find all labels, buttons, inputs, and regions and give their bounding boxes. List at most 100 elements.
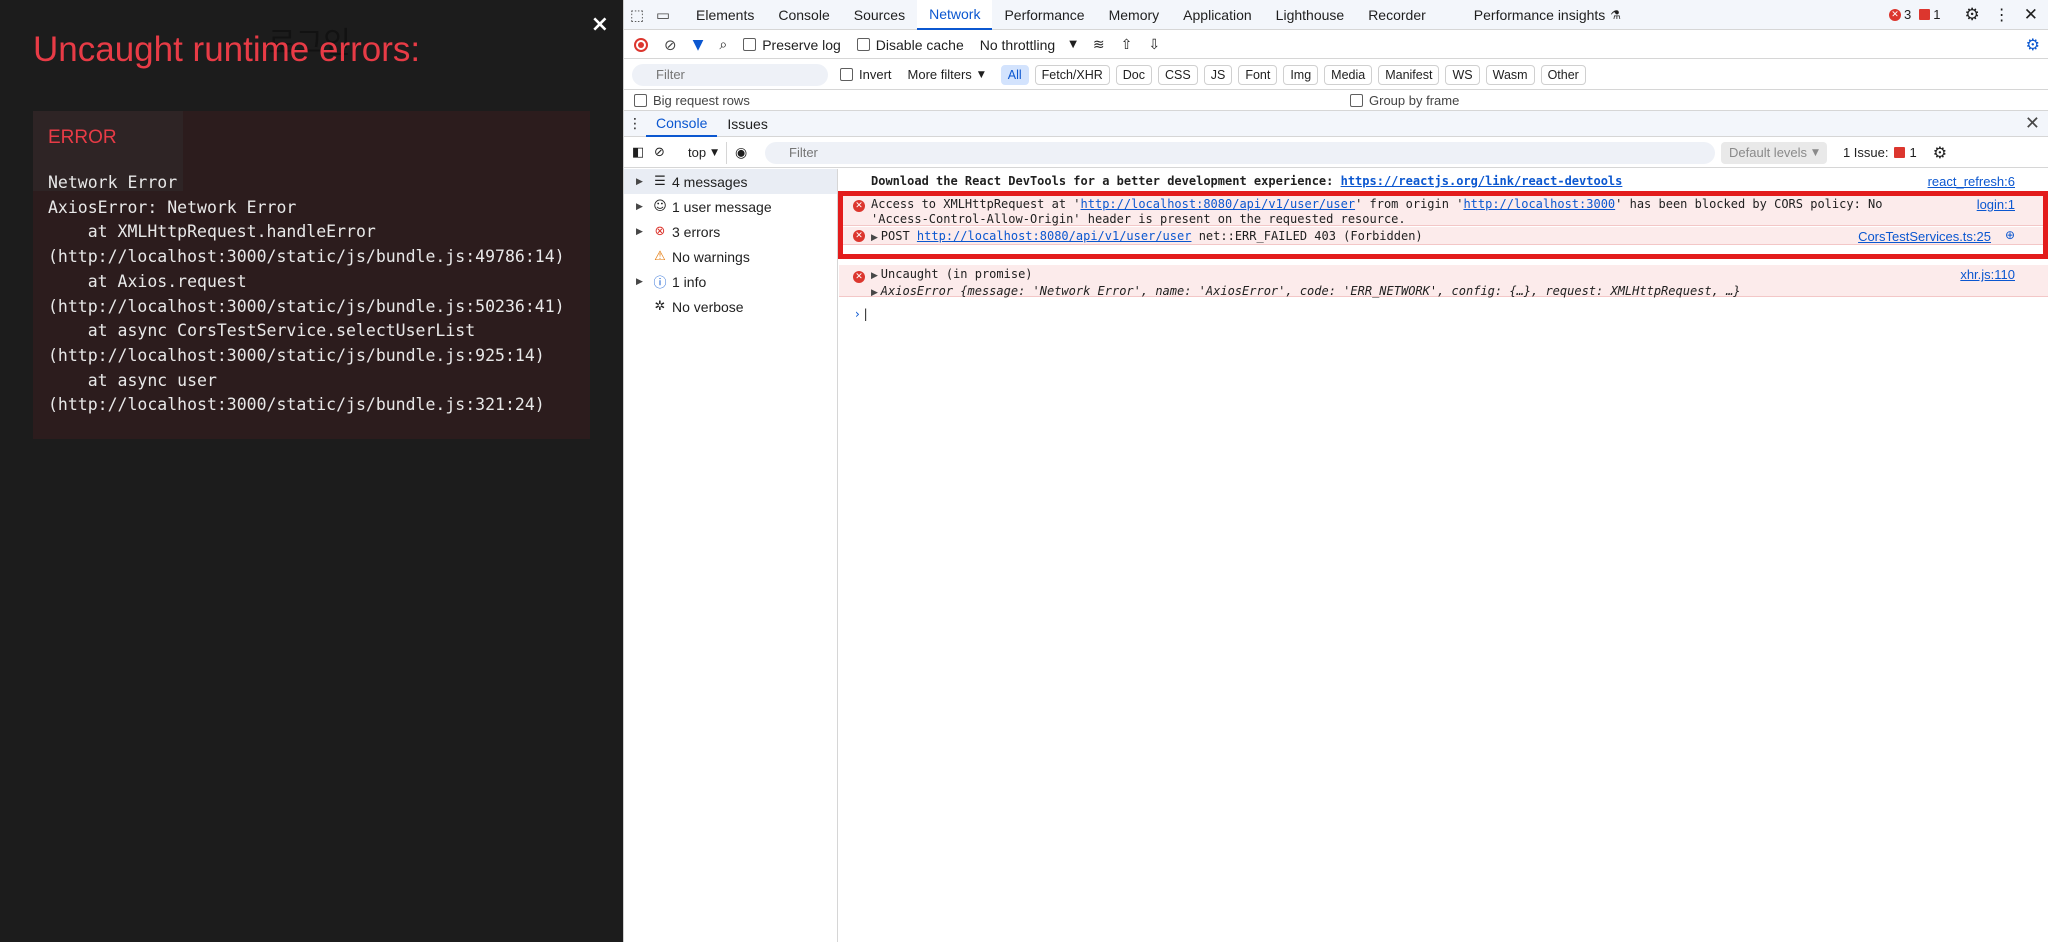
message-source-link[interactable]: xhr.js:110 <box>1960 267 2015 282</box>
message-source-link[interactable]: react_refresh:6 <box>1928 174 2015 189</box>
overlay-title: Uncaught runtime errors: <box>33 30 421 69</box>
checkbox-icon <box>840 68 853 81</box>
message-text: ▶ POST http://localhost:8080/api/v1/user… <box>871 229 1423 243</box>
drawer-tab-issues[interactable]: Issues <box>717 110 777 137</box>
inspect-element-icon[interactable]: ⬚ <box>624 0 650 30</box>
error-icon: ✕ <box>1889 8 1902 21</box>
devtools-status-area: ✕ 3 1 ⚙ ⋮ ✕ <box>1889 5 2048 25</box>
bug-icon: ✲ <box>654 299 666 314</box>
throttling-select[interactable]: No throttling ▼ <box>980 37 1077 53</box>
tab-lighthouse[interactable]: Lighthouse <box>1264 0 1357 30</box>
message-text-part: 'Access-Control-Allow-Origin' header is … <box>871 212 1406 226</box>
filter-type-media[interactable]: Media <box>1324 64 1373 85</box>
close-devtools-icon[interactable]: ✕ <box>2024 5 2038 25</box>
chevron-down-icon: ▼ <box>977 69 985 80</box>
filter-type-css[interactable]: CSS <box>1158 64 1198 85</box>
live-expression-eye-icon[interactable]: ◉ <box>735 145 765 161</box>
overlay-close-button[interactable]: × <box>591 12 609 37</box>
filter-funnel-icon[interactable]: ▼ <box>693 37 704 53</box>
message-text: Download the React DevTools for a better… <box>871 174 1622 188</box>
sidebar-item-messages[interactable]: ▶ ☰ 4 messages <box>624 169 837 194</box>
more-options-icon[interactable]: ⋮ <box>1994 5 2010 24</box>
network-filter-input[interactable] <box>632 63 828 86</box>
expand-arrow-icon[interactable]: ▶ <box>871 233 881 243</box>
console-filter-input[interactable] <box>765 141 1715 164</box>
sidebar-item-warnings[interactable]: ⚠ No warnings <box>624 244 837 269</box>
console-prompt[interactable]: › | <box>855 307 868 321</box>
filter-type-ws[interactable]: WS <box>1445 64 1480 85</box>
tab-memory[interactable]: Memory <box>1097 0 1172 30</box>
sidebar-item-verbose[interactable]: ✲ No verbose <box>624 294 837 319</box>
network-conditions-icon[interactable]: ≋ <box>1093 37 1105 53</box>
tab-sources[interactable]: Sources <box>842 0 917 30</box>
checkbox-icon <box>743 38 757 51</box>
sidebar-item-info[interactable]: ▶ ⓘ 1 info <box>624 269 837 294</box>
expand-arrow-icon[interactable]: ▶ <box>871 271 881 281</box>
message-text-part: Access to XMLHttpRequest at ' <box>871 197 1081 211</box>
export-har-icon[interactable]: ⇩ <box>1148 37 1160 53</box>
tab-performance[interactable]: Performance <box>992 0 1096 30</box>
import-har-icon[interactable]: ⇧ <box>1121 37 1133 53</box>
error-counter[interactable]: ✕ 3 <box>1889 7 1911 22</box>
big-request-rows-checkbox[interactable]: Big request rows <box>634 93 1334 108</box>
invert-checkbox[interactable]: Invert <box>840 67 892 82</box>
tab-performance-insights[interactable]: Performance insights ⚗ <box>1462 0 1633 30</box>
network-settings-icon[interactable]: ⚙ <box>2026 35 2040 54</box>
more-filters-dropdown[interactable]: More filters ▼ <box>908 67 985 82</box>
drawer-tab-console[interactable]: Console <box>646 110 718 137</box>
drawer-menu-icon[interactable]: ⋮ <box>624 116 646 132</box>
invert-label: Invert <box>859 67 892 82</box>
origin-url-link[interactable]: http://localhost:3000 <box>1463 197 1615 211</box>
request-url-link[interactable]: http://localhost:8080/api/v1/user/user <box>1081 197 1356 211</box>
close-drawer-icon[interactable]: ✕ <box>2025 113 2040 134</box>
settings-gear-icon[interactable]: ⚙ <box>1965 5 1980 25</box>
console-issues-counter[interactable]: 1 Issue: 1 <box>1843 145 1917 160</box>
filter-type-js[interactable]: JS <box>1203 64 1233 85</box>
message-source-link[interactable]: CorsTestServices.ts:25 <box>1858 229 1991 244</box>
warning-icon: ⚠ <box>654 249 666 264</box>
drawer-tabs: ⋮ Console Issues ✕ <box>624 110 2048 137</box>
request-url-link[interactable]: http://localhost:8080/api/v1/user/user <box>917 229 1192 243</box>
clear-console-icon[interactable]: ⊘ <box>654 145 680 160</box>
error-icon: ⊗ <box>654 224 666 239</box>
expand-arrow-icon: ▶ <box>636 176 643 187</box>
network-options-row: Big request rows Group by frame <box>624 91 2048 109</box>
react-devtools-link[interactable]: https://reactjs.org/link/react-devtools <box>1341 174 1623 188</box>
record-icon[interactable] <box>634 37 648 52</box>
filter-type-all[interactable]: All <box>1000 64 1029 85</box>
sidebar-toggle-icon[interactable]: ◧ <box>632 145 654 160</box>
clear-icon[interactable]: ⊘ <box>664 36 677 54</box>
issue-counter[interactable]: 1 <box>1919 7 1941 22</box>
devtools-main-tabs: ⬚ ▭ Elements Console Sources Network Per… <box>624 0 2048 30</box>
sidebar-item-errors[interactable]: ▶ ⊗ 3 errors <box>624 219 837 244</box>
tab-recorder[interactable]: Recorder <box>1356 0 1438 30</box>
disable-cache-checkbox[interactable]: Disable cache <box>856 37 964 53</box>
search-icon[interactable]: ⌕ <box>719 37 727 53</box>
device-toolbar-icon[interactable]: ▭ <box>650 0 676 30</box>
context-selector[interactable]: top ▼ <box>680 141 727 164</box>
network-request-icon[interactable]: ⊕ <box>2005 228 2015 242</box>
filter-type-other[interactable]: Other <box>1540 64 1586 85</box>
tab-application[interactable]: Application <box>1171 0 1264 30</box>
filter-type-fetch-xhr[interactable]: Fetch/XHR <box>1034 64 1110 85</box>
filter-type-wasm[interactable]: Wasm <box>1485 64 1535 85</box>
filter-type-img[interactable]: Img <box>1283 64 1319 85</box>
user-icon: ☺ <box>653 199 667 214</box>
group-by-frame-checkbox[interactable]: Group by frame <box>1350 93 1459 108</box>
message-text-part: Download the React DevTools for a better… <box>871 174 1341 188</box>
sidebar-item-user-messages[interactable]: ▶ ☺ 1 user message <box>624 194 837 219</box>
preserve-log-checkbox[interactable]: Preserve log <box>743 37 841 53</box>
filter-type-doc[interactable]: Doc <box>1115 64 1153 85</box>
issues-count: 1 <box>1909 145 1917 160</box>
sidebar-item-label: No verbose <box>672 298 744 315</box>
filter-type-font[interactable]: Font <box>1238 64 1278 85</box>
filter-type-manifest[interactable]: Manifest <box>1378 64 1440 85</box>
tab-network[interactable]: Network <box>917 0 993 30</box>
tab-elements[interactable]: Elements <box>684 0 766 30</box>
message-source-link[interactable]: login:1 <box>1977 197 2015 212</box>
console-settings-icon[interactable]: ⚙ <box>1933 143 1947 162</box>
axios-error-object[interactable]: AxiosError {message: 'Network Error', na… <box>881 284 1741 298</box>
tab-console[interactable]: Console <box>766 0 841 30</box>
expand-arrow-icon[interactable]: ▶ <box>871 288 881 298</box>
log-levels-dropdown[interactable]: Default levels ▼ <box>1721 141 1827 164</box>
